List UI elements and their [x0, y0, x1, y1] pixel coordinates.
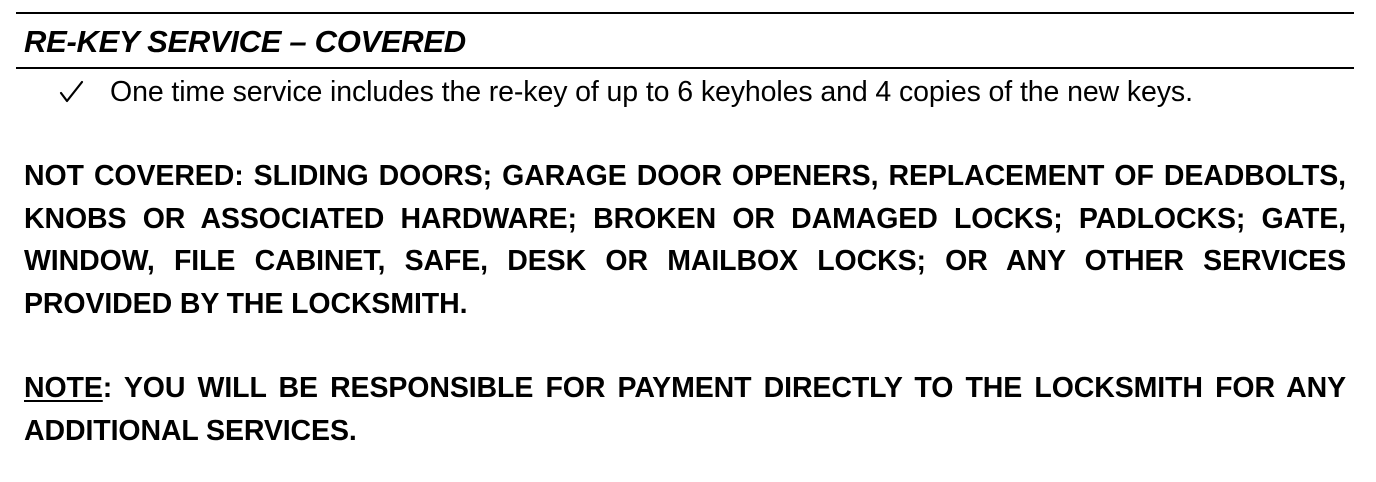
top-divider — [16, 12, 1354, 14]
section-heading: RE-KEY SERVICE – COVERED — [24, 24, 466, 59]
covered-list-item: One time service includes the re-key of … — [58, 72, 1193, 112]
covered-item-text: One time service includes the re-key of … — [110, 76, 1193, 108]
not-covered-paragraph: NOT COVERED: SLIDING DOORS; GARAGE DOOR … — [24, 160, 1346, 320]
heading-divider — [16, 67, 1354, 69]
note-paragraph: NOTE: YOU WILL BE RESPONSIBLE FOR PAYMEN… — [24, 367, 1346, 452]
checkmark-icon — [58, 78, 86, 106]
note-text: : YOU WILL BE RESPONSIBLE FOR PAYMENT DI… — [24, 372, 1346, 447]
note-label: NOTE — [24, 372, 103, 404]
